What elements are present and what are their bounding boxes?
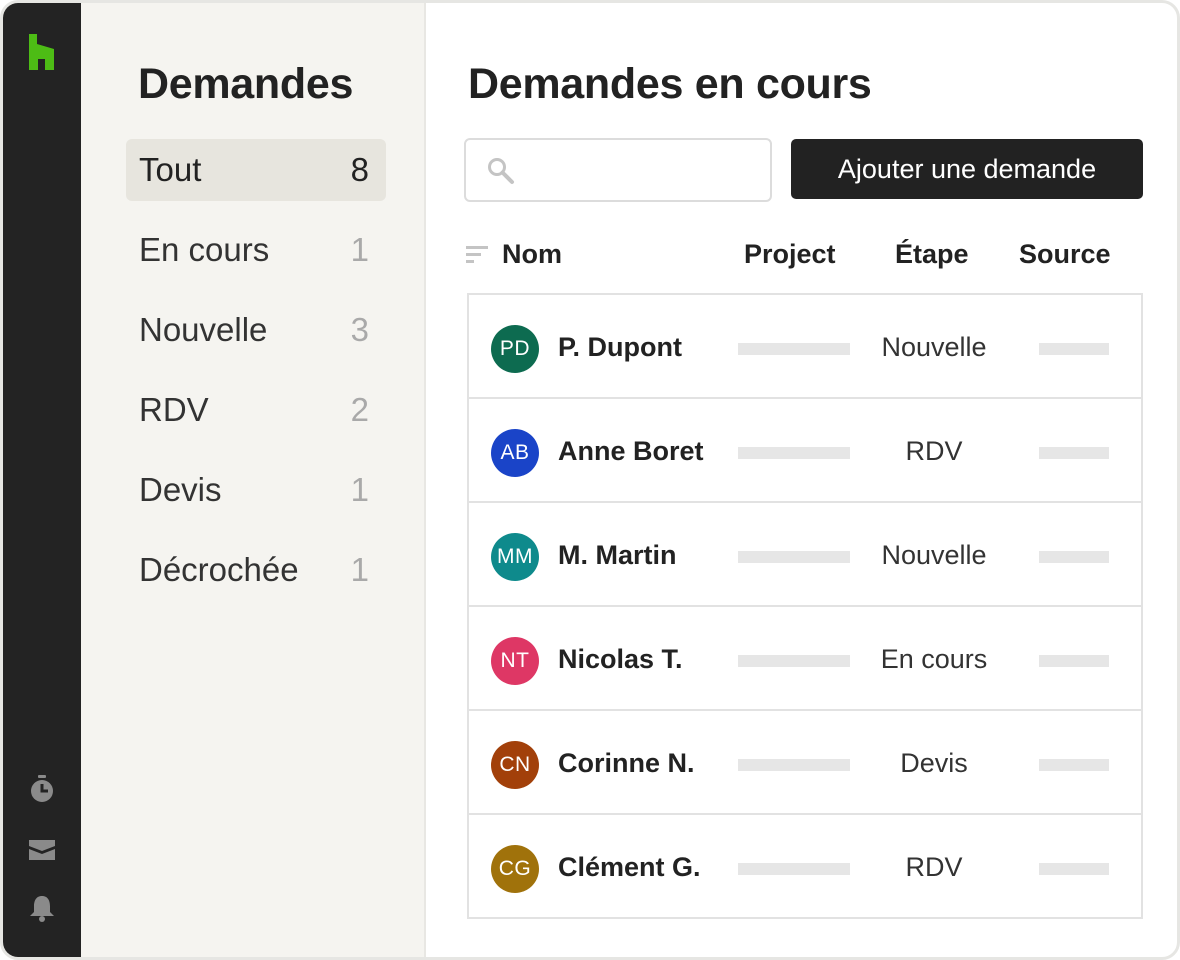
column-header-project[interactable]: Project: [744, 239, 836, 270]
row-name: Clément G.: [558, 852, 701, 882]
filter-item-en-cours[interactable]: En cours 1: [126, 219, 386, 281]
row-name: Anne Boret: [558, 436, 704, 466]
table-row[interactable]: CG Clément G. RDV: [469, 815, 1141, 919]
row-name: Nicolas T.: [558, 644, 683, 674]
project-placeholder: [738, 551, 850, 563]
filter-label: En cours: [139, 231, 270, 268]
column-header-source[interactable]: Source: [1019, 239, 1111, 270]
avatar: PD: [491, 325, 539, 373]
filter-item-nouvelle[interactable]: Nouvelle 3: [126, 299, 386, 361]
project-placeholder: [738, 759, 850, 771]
source-placeholder: [1039, 655, 1109, 667]
source-placeholder: [1039, 343, 1109, 355]
avatar: NT: [491, 637, 539, 685]
project-placeholder: [738, 863, 850, 875]
table-row[interactable]: AB Anne Boret RDV: [469, 399, 1141, 503]
sort-icon[interactable]: [466, 245, 488, 265]
column-header-name[interactable]: Nom: [502, 239, 562, 270]
bell-icon[interactable]: [27, 893, 57, 923]
row-stage: En cours: [880, 644, 988, 674]
row-stage: Nouvelle: [881, 332, 987, 362]
filter-count: 2: [350, 391, 369, 428]
filter-label: Décrochée: [139, 551, 299, 588]
avatar: MM: [491, 533, 539, 581]
source-placeholder: [1039, 759, 1109, 771]
search-icon: [488, 158, 514, 184]
filter-label: RDV: [139, 391, 209, 428]
project-placeholder: [738, 343, 850, 355]
filter-count: 1: [350, 231, 369, 268]
project-placeholder: [738, 655, 850, 667]
icon-rail: [3, 3, 81, 957]
row-stage: RDV: [905, 436, 963, 466]
column-header-stage[interactable]: Étape: [895, 239, 969, 270]
avatar: CG: [491, 845, 539, 893]
filter-label: Tout: [139, 151, 202, 188]
table-row[interactable]: NT Nicolas T. En cours: [469, 607, 1141, 711]
filter-label: Nouvelle: [139, 311, 268, 348]
inbox-icon[interactable]: [27, 834, 57, 864]
filter-count: 3: [350, 311, 369, 348]
table-row[interactable]: MM M. Martin Nouvelle: [469, 503, 1141, 607]
row-stage: Nouvelle: [881, 540, 987, 570]
filter-item-rdv[interactable]: RDV 2: [126, 379, 386, 441]
filter-label: Devis: [139, 471, 222, 508]
filter-item-devis[interactable]: Devis 1: [126, 459, 386, 521]
source-placeholder: [1039, 863, 1109, 875]
filter-sidebar: Demandes Tout 8 En cours 1 Nouvelle 3 RD…: [81, 3, 426, 957]
source-placeholder: [1039, 447, 1109, 459]
row-name: M. Martin: [558, 540, 677, 570]
page-title: Demandes en cours: [468, 60, 872, 108]
source-placeholder: [1039, 551, 1109, 563]
filter-count: 1: [350, 551, 369, 588]
search-input[interactable]: [464, 138, 772, 202]
avatar: CN: [491, 741, 539, 789]
project-placeholder: [738, 447, 850, 459]
houzz-logo-icon[interactable]: [25, 34, 58, 70]
filter-count: 1: [350, 471, 369, 508]
row-stage: Devis: [900, 748, 968, 778]
filter-item-tout[interactable]: Tout 8: [126, 139, 386, 201]
avatar: AB: [491, 429, 539, 477]
filter-item-decrochee[interactable]: Décrochée 1: [126, 539, 386, 601]
timer-icon[interactable]: [27, 774, 57, 804]
table-row[interactable]: PD P. Dupont Nouvelle: [469, 295, 1141, 399]
requests-table: PD P. Dupont Nouvelle AB Anne Boret RDV …: [467, 293, 1143, 919]
add-request-button[interactable]: Ajouter une demande: [791, 139, 1143, 199]
filter-count: 8: [350, 151, 369, 188]
main-panel: Demandes en cours Ajouter une demande No…: [426, 3, 1177, 957]
row-stage: RDV: [905, 852, 963, 882]
app-window: Demandes Tout 8 En cours 1 Nouvelle 3 RD…: [0, 0, 1180, 960]
row-name: P. Dupont: [558, 332, 682, 362]
sidebar-title: Demandes: [138, 60, 354, 108]
row-name: Corinne N.: [558, 748, 695, 778]
table-row[interactable]: CN Corinne N. Devis: [469, 711, 1141, 815]
